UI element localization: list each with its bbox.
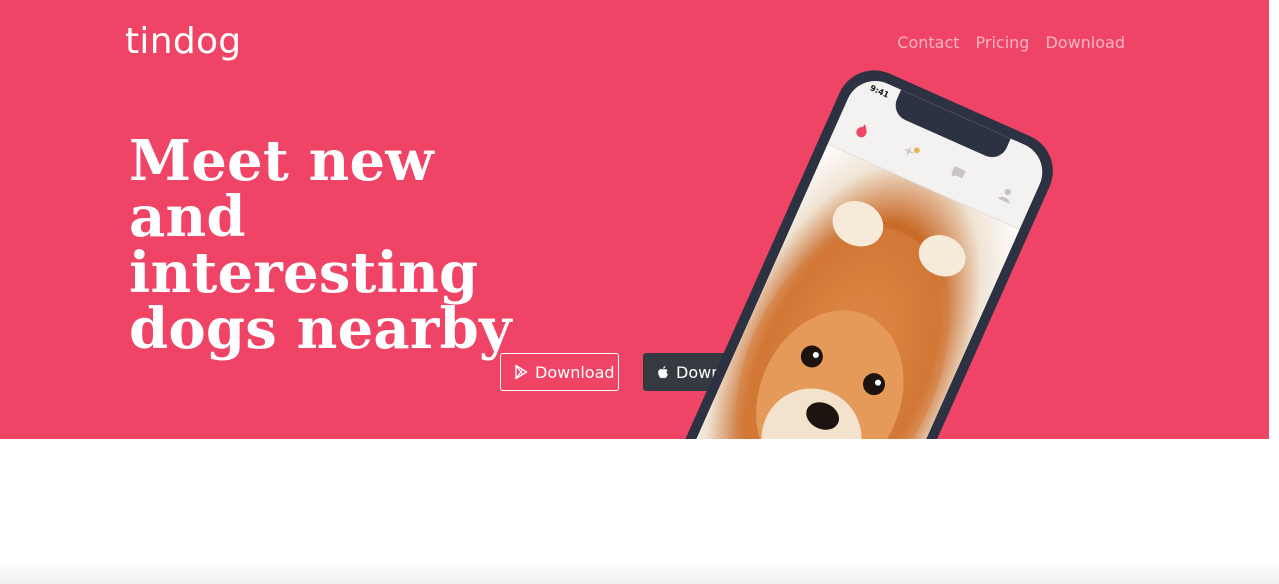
google-play-download-label: Download <box>535 362 615 382</box>
phone-screen: 9:41 <box>681 71 1052 439</box>
brand-logo[interactable]: tindog <box>125 22 241 62</box>
chat-icon <box>948 162 969 183</box>
nav-download-link[interactable]: Download <box>1045 33 1125 52</box>
top-nav: Contact Pricing Download <box>897 33 1125 52</box>
phone-mockup-image: 9:41 <box>667 58 1066 439</box>
hero-headline: Meet new and interesting dogs nearby <box>129 128 512 362</box>
google-play-download-button[interactable]: Download <box>500 353 619 391</box>
hero-section: tindog Contact Pricing Download Meet new… <box>0 0 1269 439</box>
profile-icon <box>996 184 1017 205</box>
nav-pricing-link[interactable]: Pricing <box>976 33 1030 52</box>
flame-icon <box>852 120 873 141</box>
nav-contact-link[interactable]: Contact <box>897 33 959 52</box>
sparkle-icon <box>900 141 921 162</box>
phone-status-time: 9:41 <box>868 83 891 100</box>
google-play-icon <box>513 364 529 380</box>
section-shadow <box>0 560 1279 584</box>
apple-icon <box>656 364 670 380</box>
